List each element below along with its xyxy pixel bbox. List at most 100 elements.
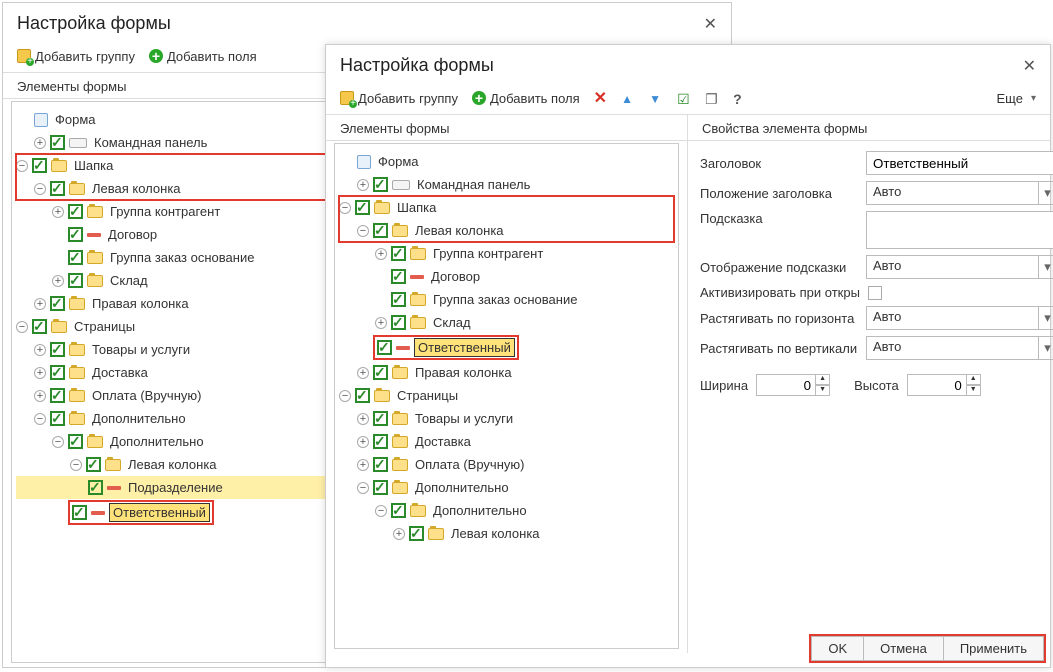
title-pos-select[interactable]: Авто ▾	[866, 181, 1053, 205]
hint-input[interactable]	[866, 211, 1053, 249]
add-fields-button[interactable]: Добавить поля	[149, 49, 257, 64]
expand-icon[interactable]: −	[357, 482, 369, 494]
checkbox[interactable]	[377, 340, 392, 355]
checkbox[interactable]	[50, 365, 65, 380]
spin-down-icon[interactable]: ▼	[967, 385, 981, 396]
expand-icon[interactable]: −	[16, 321, 28, 333]
checkbox[interactable]	[50, 388, 65, 403]
width-spin[interactable]: ▲ ▼	[756, 374, 830, 396]
expand-icon[interactable]: −	[34, 183, 46, 195]
checkbox[interactable]	[68, 204, 83, 219]
tree-node-cmd-panel[interactable]: + Командная панель	[339, 173, 674, 196]
copy-icon[interactable]	[705, 91, 719, 105]
checkbox[interactable]	[373, 365, 388, 380]
expand-icon[interactable]: +	[357, 179, 369, 191]
height-spin[interactable]: ▲ ▼	[907, 374, 981, 396]
ok-button[interactable]: OK	[811, 636, 864, 661]
expand-icon[interactable]: −	[16, 160, 28, 172]
expand-icon[interactable]: −	[52, 436, 64, 448]
cancel-button[interactable]: Отмена	[864, 636, 944, 661]
tree-node-sklad[interactable]: + Склад	[339, 311, 674, 334]
tree-node-right-col[interactable]: + Правая колонка	[339, 361, 674, 384]
checkbox[interactable]	[373, 411, 388, 426]
checkbox[interactable]	[68, 434, 83, 449]
add-group-button[interactable]: Добавить группу	[17, 49, 135, 64]
title-input[interactable]	[866, 151, 1053, 175]
tree-node-extra2[interactable]: − Дополнительно	[339, 499, 674, 522]
tree-node-grp-order[interactable]: Группа заказ основание	[339, 288, 674, 311]
checkbox[interactable]	[50, 135, 65, 150]
checkbox[interactable]	[50, 342, 65, 357]
checkbox[interactable]	[68, 273, 83, 288]
checkbox[interactable]	[391, 246, 406, 261]
checkbox[interactable]	[391, 315, 406, 330]
activate-checkbox[interactable]	[868, 286, 882, 300]
expand-icon[interactable]: +	[52, 206, 64, 218]
expand-icon[interactable]: −	[34, 413, 46, 425]
expand-icon[interactable]: −	[70, 459, 82, 471]
expand-icon[interactable]: −	[339, 202, 351, 214]
expand-icon[interactable]: −	[339, 390, 351, 402]
checkbox[interactable]	[72, 505, 87, 520]
checkbox[interactable]	[50, 181, 65, 196]
expand-icon[interactable]: +	[34, 390, 46, 402]
expand-icon[interactable]: +	[357, 436, 369, 448]
tree-node-pages[interactable]: − Страницы	[339, 384, 674, 407]
checkbox[interactable]	[373, 223, 388, 238]
checkbox[interactable]	[373, 480, 388, 495]
tree-node-extra[interactable]: − Дополнительно	[339, 476, 674, 499]
move-down-icon[interactable]	[649, 91, 663, 105]
checkbox[interactable]	[68, 250, 83, 265]
expand-icon[interactable]: +	[375, 248, 387, 260]
expand-icon[interactable]: +	[357, 459, 369, 471]
height-input[interactable]	[907, 374, 967, 396]
checkbox[interactable]	[355, 388, 370, 403]
spin-up-icon[interactable]: ▲	[816, 374, 830, 385]
stretch-h-select[interactable]: Авто ▾	[866, 306, 1053, 330]
stretch-v-select[interactable]: Авто ▾	[866, 336, 1053, 360]
checkbox[interactable]	[32, 158, 47, 173]
tree-node-shapka[interactable]: − Шапка	[339, 196, 674, 219]
tree-node-goods[interactable]: + Товары и услуги	[339, 407, 674, 430]
tree-node-left-col2[interactable]: + Левая колонка	[339, 522, 674, 545]
close-icon[interactable]: ✕	[1023, 56, 1036, 76]
tree-node-grp-contr[interactable]: + Группа контрагент	[339, 242, 674, 265]
chevron-down-icon[interactable]: ▾	[1039, 306, 1053, 330]
tree-node-form[interactable]: Форма	[339, 150, 674, 173]
expand-icon[interactable]: +	[34, 344, 46, 356]
toggle-check-icon[interactable]	[677, 91, 691, 105]
checkbox[interactable]	[373, 177, 388, 192]
tree-node-delivery[interactable]: + Доставка	[339, 430, 674, 453]
checkbox[interactable]	[373, 457, 388, 472]
expand-icon[interactable]: +	[34, 298, 46, 310]
tree-node-resp[interactable]: Ответственный	[339, 334, 674, 361]
add-fields-button[interactable]: Добавить поля	[472, 91, 580, 106]
tree-node-payment[interactable]: + Оплата (Вручную)	[339, 453, 674, 476]
expand-icon[interactable]: +	[375, 317, 387, 329]
checkbox[interactable]	[88, 480, 103, 495]
checkbox[interactable]	[50, 411, 65, 426]
add-group-button[interactable]: Добавить группу	[340, 91, 458, 106]
close-icon[interactable]: ✕	[704, 14, 717, 34]
chevron-down-icon[interactable]: ▾	[1039, 255, 1053, 279]
apply-button[interactable]: Применить	[944, 636, 1044, 661]
spin-down-icon[interactable]: ▼	[816, 385, 830, 396]
more-button[interactable]: Еще	[997, 91, 1036, 106]
checkbox[interactable]	[50, 296, 65, 311]
expand-icon[interactable]: +	[34, 137, 46, 149]
checkbox[interactable]	[409, 526, 424, 541]
help-icon[interactable]	[733, 91, 747, 105]
checkbox[interactable]	[355, 200, 370, 215]
checkbox[interactable]	[391, 292, 406, 307]
hint-display-select[interactable]: Авто ▾	[866, 255, 1053, 279]
chevron-down-icon[interactable]: ▾	[1039, 181, 1053, 205]
spin-up-icon[interactable]: ▲	[967, 374, 981, 385]
tree-node-dogovor[interactable]: Договор	[339, 265, 674, 288]
checkbox[interactable]	[68, 227, 83, 242]
checkbox[interactable]	[391, 269, 406, 284]
expand-icon[interactable]: +	[357, 413, 369, 425]
expand-icon[interactable]: +	[393, 528, 405, 540]
expand-icon[interactable]: +	[34, 367, 46, 379]
expand-icon[interactable]: +	[357, 367, 369, 379]
expand-icon[interactable]: +	[52, 275, 64, 287]
